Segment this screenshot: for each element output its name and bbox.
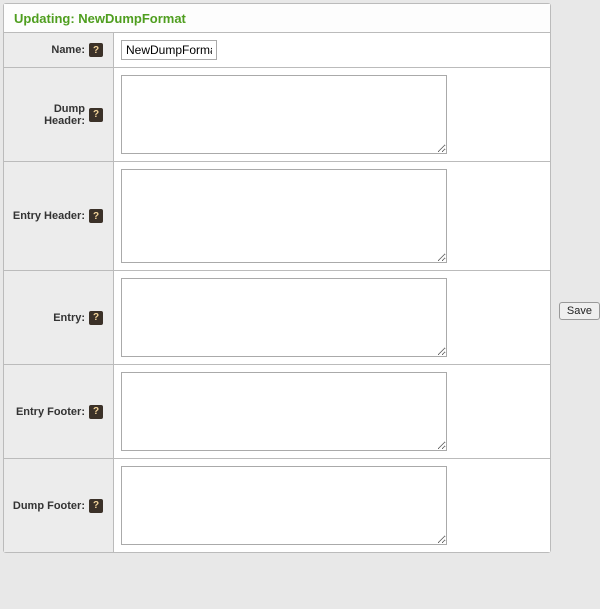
label-entry-footer: Entry Footer: ? bbox=[4, 365, 114, 458]
name-input[interactable] bbox=[121, 40, 217, 60]
entry-footer-textarea[interactable] bbox=[121, 372, 447, 451]
field-entry-footer bbox=[114, 365, 550, 458]
help-icon[interactable]: ? bbox=[89, 499, 103, 513]
label-entry-footer-text: Entry Footer: bbox=[16, 406, 85, 418]
label-entry-header: Entry Header: ? bbox=[4, 162, 114, 270]
row-dump-footer: Dump Footer: ? bbox=[4, 459, 550, 552]
side-actions: Save bbox=[551, 0, 600, 320]
field-dump-footer bbox=[114, 459, 550, 552]
label-name: Name: ? bbox=[4, 33, 114, 67]
panel-title-name: NewDumpFormat bbox=[78, 11, 186, 26]
row-entry-footer: Entry Footer: ? bbox=[4, 365, 550, 459]
field-entry bbox=[114, 271, 550, 364]
label-dump-header: Dump Header: ? bbox=[4, 68, 114, 161]
entry-textarea[interactable] bbox=[121, 278, 447, 357]
label-name-text: Name: bbox=[51, 44, 85, 56]
label-entry-header-text: Entry Header: bbox=[13, 210, 85, 222]
row-dump-header: Dump Header: ? bbox=[4, 68, 550, 162]
field-dump-header bbox=[114, 68, 550, 161]
dump-footer-textarea[interactable] bbox=[121, 466, 447, 545]
label-entry-text: Entry: bbox=[53, 312, 85, 324]
dump-header-textarea[interactable] bbox=[121, 75, 447, 154]
label-dump-header-text: Dump Header: bbox=[10, 103, 85, 127]
field-entry-header bbox=[114, 162, 550, 270]
help-icon[interactable]: ? bbox=[89, 405, 103, 419]
label-dump-footer: Dump Footer: ? bbox=[4, 459, 114, 552]
help-icon[interactable]: ? bbox=[89, 311, 103, 325]
row-entry-header: Entry Header: ? bbox=[4, 162, 550, 271]
label-dump-footer-text: Dump Footer: bbox=[13, 500, 85, 512]
row-name: Name: ? bbox=[4, 33, 550, 68]
entry-header-textarea[interactable] bbox=[121, 169, 447, 263]
help-icon[interactable]: ? bbox=[89, 43, 103, 57]
help-icon[interactable]: ? bbox=[89, 209, 103, 223]
field-name bbox=[114, 33, 550, 67]
row-entry: Entry: ? bbox=[4, 271, 550, 365]
panel-title: Updating: NewDumpFormat bbox=[4, 4, 550, 33]
update-panel: Updating: NewDumpFormat Name: ? Dump Hea… bbox=[3, 3, 551, 553]
save-button[interactable]: Save bbox=[559, 302, 600, 320]
panel-title-prefix: Updating: bbox=[14, 11, 78, 26]
help-icon[interactable]: ? bbox=[89, 108, 103, 122]
label-entry: Entry: ? bbox=[4, 271, 114, 364]
